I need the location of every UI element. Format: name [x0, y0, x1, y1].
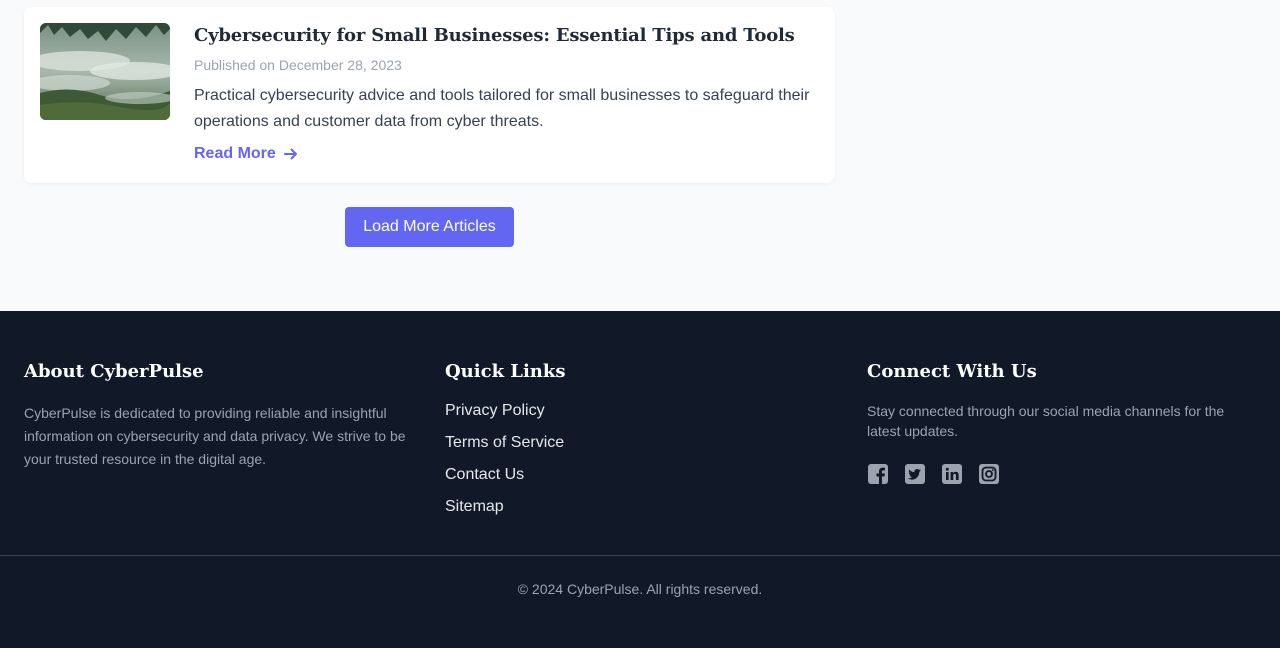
list-item: Privacy Policy: [445, 402, 825, 434]
instagram-icon[interactable]: [978, 463, 1000, 485]
list-item: Terms of Service: [445, 434, 825, 466]
privacy-policy-link[interactable]: Privacy Policy: [445, 402, 545, 419]
copyright: © 2024 CyberPulse. All rights reserved.: [517, 581, 763, 597]
load-more-button[interactable]: Load More Articles: [345, 207, 514, 247]
quick-links-heading: Quick Links: [445, 361, 566, 382]
article-title[interactable]: Cybersecurity for Small Businesses: Esse…: [194, 25, 795, 46]
twitter-icon[interactable]: [904, 463, 926, 485]
social-links: [867, 463, 1247, 485]
arrow-right-icon: [283, 148, 297, 160]
contact-us-link[interactable]: Contact Us: [445, 466, 524, 483]
footer-about: About CyberPulse CyberPulse is dedicated…: [24, 361, 424, 471]
connect-heading: Connect With Us: [867, 361, 1037, 382]
about-text: CyberPulse is dedicated to providing rel…: [24, 405, 406, 467]
list-item: Contact Us: [445, 466, 825, 498]
sitemap-link[interactable]: Sitemap: [445, 498, 504, 515]
footer-divider: [0, 555, 1280, 556]
footer-connect: Connect With Us Stay connected through o…: [867, 361, 1247, 485]
article-thumbnail[interactable]: [40, 23, 170, 120]
footer-quick-links: Quick Links Privacy Policy Terms of Serv…: [445, 361, 825, 530]
connect-text: Stay connected through our social media …: [867, 403, 1225, 439]
about-heading: About CyberPulse: [24, 361, 204, 382]
misty-forest-image: [40, 23, 170, 120]
read-more-label: Read More: [194, 145, 276, 162]
facebook-icon[interactable]: [867, 463, 889, 485]
list-item: Sitemap: [445, 498, 825, 530]
article-card: Cybersecurity for Small Businesses: Esse…: [24, 7, 835, 183]
read-more-link[interactable]: Read More: [194, 145, 298, 163]
terms-of-service-link[interactable]: Terms of Service: [445, 434, 564, 451]
quick-links-list: Privacy Policy Terms of Service Contact …: [445, 402, 825, 530]
site-footer: About CyberPulse CyberPulse is dedicated…: [0, 311, 1280, 648]
article-date: Published on December 28, 2023: [194, 57, 402, 73]
main-content: Cybersecurity for Small Businesses: Esse…: [0, 0, 1280, 311]
article-excerpt: Practical cybersecurity advice and tools…: [194, 87, 810, 130]
linkedin-icon[interactable]: [941, 463, 963, 485]
